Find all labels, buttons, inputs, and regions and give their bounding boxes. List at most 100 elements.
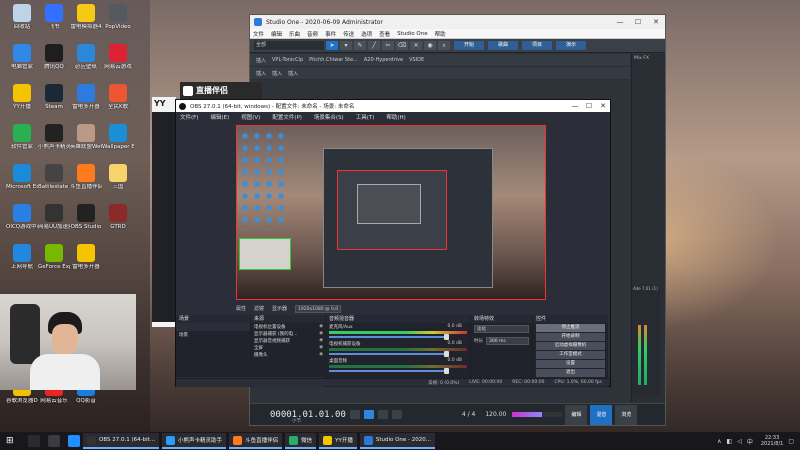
tempo[interactable]: 120.00 xyxy=(485,411,506,418)
source-item[interactable]: 摄像头 ◉ xyxy=(251,351,325,358)
taskbar-app-button[interactable]: 小熊声卡精灵助手 xyxy=(162,433,227,449)
desktop-icon[interactable]: 必应壁纸 xyxy=(70,44,102,70)
source-item[interactable]: 显示器捕获 (我的电... ◉ xyxy=(251,330,325,337)
desktop-icon[interactable]: Battlestate Games L... xyxy=(38,164,70,190)
insert-row[interactable]: 插入 插入 插入 xyxy=(250,67,630,80)
menu-item[interactable]: Studio One xyxy=(397,31,427,37)
listen-tool-icon[interactable]: ◉ xyxy=(424,41,436,50)
obs-window[interactable]: OBS 27.0.1 (64-bit, windows) - 配置文件: 未命名… xyxy=(175,99,611,387)
pencil-tool-icon[interactable]: ✎ xyxy=(354,41,366,50)
menu-item[interactable]: 音频 xyxy=(307,30,318,38)
volume-icon[interactable]: ◁ xyxy=(737,438,742,445)
edge-icon[interactable] xyxy=(68,435,80,447)
pen-tool-icon[interactable]: ╱ xyxy=(368,41,380,50)
menu-item[interactable]: 乐曲 xyxy=(289,30,300,38)
taskbar-app-button[interactable]: OBS 27.0.1 (64-bit... xyxy=(83,433,160,449)
transition-select[interactable]: 淡化 xyxy=(474,325,529,333)
start-recording-button[interactable]: 开始录制 xyxy=(536,333,605,341)
mute-tool-icon[interactable]: ✕ xyxy=(410,41,422,50)
eye-icon[interactable]: ◉ xyxy=(319,345,323,350)
page-tab-song[interactable]: 歌曲 xyxy=(488,41,519,50)
eraser-tool-icon[interactable]: ⌫ xyxy=(396,41,408,50)
desktop-icon[interactable]: GTRD xyxy=(102,204,134,230)
source-item[interactable]: 全屏 ◉ xyxy=(251,344,325,351)
desktop-icon[interactable]: 雷电多开器 xyxy=(70,244,102,270)
page-tab-start[interactable]: 开始 xyxy=(454,41,485,50)
plugin-slot[interactable]: VSIDE xyxy=(409,57,424,63)
obs-preview-canvas[interactable] xyxy=(236,125,546,300)
volume-slider[interactable] xyxy=(329,351,450,357)
properties-button[interactable]: 属性 xyxy=(236,305,246,312)
menu-item[interactable]: 选项 xyxy=(361,30,372,38)
menu-item[interactable]: 帮助 xyxy=(435,30,446,38)
menu-help[interactable]: 帮助(H) xyxy=(386,113,405,121)
desktop-icon[interactable]: Wallpaper Engine:... xyxy=(102,124,134,150)
settings-button[interactable]: 设置 xyxy=(536,360,605,368)
menu-tools[interactable]: 工具(T) xyxy=(356,113,375,121)
menu-item[interactable]: 传送 xyxy=(343,30,354,38)
eye-icon[interactable]: ◉ xyxy=(319,352,323,357)
menu-file[interactable]: 文件(F) xyxy=(180,113,198,121)
menu-profile[interactable]: 配置文件(P) xyxy=(272,113,302,121)
taskbar-app-button[interactable]: 微信 xyxy=(285,433,317,449)
menu-item[interactable]: 查看 xyxy=(379,30,390,38)
desktop-icon[interactable]: PopVideo xyxy=(102,4,134,30)
task-view-icon[interactable] xyxy=(48,435,60,447)
scene-item[interactable]: 场景 xyxy=(176,331,250,338)
range-tool-icon[interactable]: ▾ xyxy=(340,41,352,50)
minimize-button[interactable]: — xyxy=(611,18,629,26)
eye-icon[interactable]: ◉ xyxy=(319,331,323,336)
desktop-icon[interactable]: 小熊声卡精灵 xyxy=(38,124,70,150)
display-select[interactable]: 1920x1080 @ 0,0 xyxy=(295,304,342,313)
desktop-icon[interactable]: 网易云游戏 xyxy=(102,44,134,70)
plugin-slot[interactable]: Pitchh.Chiwar Ste... xyxy=(309,57,358,63)
desktop-icon[interactable]: 雷电模拟器4 xyxy=(70,4,102,30)
network-icon[interactable]: ◧ xyxy=(727,438,733,445)
desktop-icon[interactable]: 电脑管家 xyxy=(6,44,38,70)
insert-row[interactable]: 插入 VPL-TonicClp Pitchh.Chiwar Ste... A20… xyxy=(250,54,630,67)
notification-icon[interactable]: ▢ xyxy=(788,438,794,445)
desktop-icon[interactable]: 英雄联盟WeGame版 xyxy=(70,124,102,150)
desktop-icon[interactable]: 全民K歌 xyxy=(102,84,134,110)
exit-button[interactable]: 退出 xyxy=(536,369,605,377)
stop-button[interactable] xyxy=(349,410,360,419)
minimize-button[interactable]: — xyxy=(568,102,582,110)
virtual-camera-button[interactable]: 启动虚拟摄像机 xyxy=(536,342,605,350)
record-button[interactable] xyxy=(377,410,388,419)
desktop-icon[interactable]: GeForce Experience xyxy=(38,244,70,270)
page-tab-show[interactable]: 演示 xyxy=(556,41,587,50)
desktop-icon[interactable]: Microsoft Edge xyxy=(6,164,38,190)
eye-icon[interactable]: ◉ xyxy=(319,338,323,343)
windows-start-icon[interactable]: ⊞ xyxy=(6,436,20,446)
plugin-slot[interactable]: VPL-TonicClp xyxy=(272,57,303,63)
maximize-button[interactable]: ☐ xyxy=(582,102,596,110)
taskbar-app-button[interactable]: YY开播 xyxy=(319,433,357,449)
obs-titlebar[interactable]: OBS 27.0.1 (64-bit, windows) - 配置文件: 未命名… xyxy=(176,100,610,112)
studio-one-titlebar[interactable]: Studio One - 2020-06-09 Administrator — … xyxy=(250,15,665,29)
douyin-live-companion-bar[interactable]: 直播伴侣 xyxy=(180,82,262,99)
volume-slider[interactable] xyxy=(329,368,450,374)
menu-item[interactable]: 编辑 xyxy=(271,30,282,38)
desktop-icon[interactable]: YY开播 xyxy=(6,84,38,110)
desktop-icon[interactable]: 腾讯QQ xyxy=(38,44,70,70)
chevron-up-icon[interactable]: ∧ xyxy=(717,438,721,445)
menu-view[interactable]: 视图(V) xyxy=(241,113,260,121)
taskbar-app-button[interactable]: Studio One - 2020... xyxy=(359,433,436,449)
menu-item[interactable]: 文件 xyxy=(253,30,264,38)
zoom-tool-icon[interactable]: ⌕ xyxy=(438,41,450,50)
desktop-icon[interactable]: OBS Studio xyxy=(70,204,102,230)
menu-item[interactable]: 事件 xyxy=(325,30,336,38)
arrow-tool-icon[interactable]: ➤ xyxy=(326,41,338,50)
source-item[interactable]: 显示器音视频捕获 ◉ xyxy=(251,337,325,344)
play-button[interactable] xyxy=(363,410,374,419)
eye-icon[interactable]: ◉ xyxy=(319,324,323,329)
tab-browse[interactable]: 浏览 xyxy=(615,404,638,425)
close-button[interactable]: ✕ xyxy=(596,102,610,110)
desktop-icon[interactable]: 上网导航 xyxy=(6,244,38,270)
desktop-icon[interactable]: 三国 xyxy=(102,164,134,190)
source-item[interactable]: 电视机位置设备 ◉ xyxy=(251,323,325,330)
desktop-icon[interactable]: 雷电多开器 xyxy=(70,84,102,110)
desktop-icon[interactable]: 斗鱼直播伴侣 xyxy=(70,164,102,190)
menu-edit[interactable]: 编辑(E) xyxy=(210,113,229,121)
clock[interactable]: 22:33 2021/8/1 xyxy=(761,435,783,447)
